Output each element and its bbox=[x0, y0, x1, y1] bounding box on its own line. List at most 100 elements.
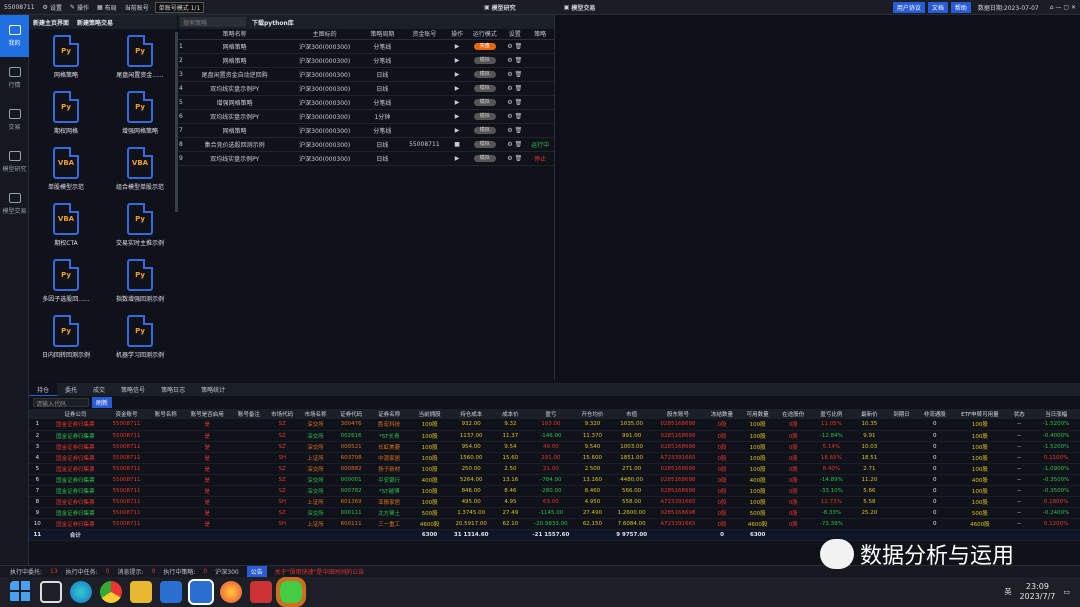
trash-icon[interactable]: 🗑 bbox=[515, 127, 523, 134]
settings-menu[interactable]: ⚙ 设置 bbox=[39, 3, 66, 12]
run-mode-toggle[interactable]: 模拟 bbox=[473, 57, 496, 64]
run-mode-toggle[interactable]: 模拟 bbox=[473, 99, 496, 106]
run-mode-cell[interactable]: 实盘 bbox=[466, 39, 504, 54]
table-row[interactable]: 2 网格策略 沪深300(000300) 分笔线 ▶ 模拟 ⚙ 🗑 bbox=[178, 53, 554, 68]
strategy-card[interactable]: Py 尾盘闲置资金...... bbox=[103, 35, 177, 91]
run-mode-cell[interactable]: 模拟 bbox=[466, 137, 504, 152]
docs-button[interactable]: 文档 bbox=[927, 1, 948, 13]
nav-mine[interactable]: 我的 bbox=[0, 15, 29, 57]
table-cell[interactable]: ▶ bbox=[447, 81, 467, 96]
bottom-tab[interactable]: 策略信号 bbox=[113, 383, 153, 396]
window-controls[interactable]: ⌂ — ▢ ✕ bbox=[1046, 4, 1080, 11]
gear-icon[interactable]: ⚙ bbox=[507, 113, 512, 120]
run-mode-toggle[interactable]: 模拟 bbox=[473, 71, 496, 78]
table-row[interactable]: 3 国金证券归集票 55008711 是 SZ 深交所 000521 长虹美菱 100股 954.… bbox=[29, 441, 1080, 453]
bottom-tab[interactable]: 策略统计 bbox=[193, 383, 233, 396]
trash-icon[interactable]: 🗑 bbox=[515, 57, 523, 64]
trash-icon[interactable]: 🗑 bbox=[515, 155, 523, 162]
windows-start-icon[interactable] bbox=[10, 581, 32, 603]
run-mode-toggle[interactable]: 模拟 bbox=[473, 127, 496, 134]
bottom-tab[interactable]: 委托 bbox=[57, 383, 85, 396]
help-button[interactable]: 帮助 bbox=[950, 1, 971, 13]
trash-icon[interactable]: 🗑 bbox=[515, 43, 523, 50]
wechat-icon[interactable] bbox=[276, 577, 306, 607]
table-row[interactable]: 7 网格策略 沪深300(000300) 分笔线 ▶ 模拟 ⚙ 🗑 bbox=[178, 123, 554, 138]
strategy-card[interactable]: VBA 组合模型单股示范 bbox=[103, 147, 177, 203]
table-row[interactable]: 6 双均线实盘示例PY 沪深300(000300) 1分钟 ▶ 模拟 ⚙ 🗑 bbox=[178, 109, 554, 124]
strategy-card[interactable]: Py 网格策略 bbox=[29, 35, 103, 91]
run-mode-cell[interactable]: 模拟 bbox=[466, 109, 504, 124]
bottom-tab[interactable]: 策略日志 bbox=[153, 383, 193, 396]
table-row[interactable]: 10 国金证券归集票 55008711 是 SH 上证所 600111 三一重工 4600股 20… bbox=[29, 518, 1080, 530]
bottom-tab[interactable]: 持仓 bbox=[29, 383, 58, 396]
strategy-card[interactable]: VBA 单股模型示范 bbox=[29, 147, 103, 203]
refresh-button[interactable]: 刷新 bbox=[92, 397, 113, 408]
table-cell[interactable]: ▶ bbox=[447, 109, 467, 124]
settings-cell[interactable]: ⚙ 🗑 bbox=[503, 109, 527, 124]
gear-icon[interactable]: ⚙ bbox=[507, 141, 512, 148]
trash-icon[interactable]: 🗑 bbox=[515, 99, 523, 106]
layout-menu[interactable]: ▦ 布局 bbox=[93, 3, 121, 12]
gear-icon[interactable]: ⚙ bbox=[507, 155, 512, 162]
table-cell[interactable]: ▶ bbox=[447, 151, 467, 166]
table-cell[interactable]: ▶ bbox=[447, 67, 467, 82]
table-row[interactable]: 5 增强网格策略 沪深300(000300) 分笔线 ▶ 模拟 ⚙ 🗑 bbox=[178, 95, 554, 110]
strategy-card[interactable]: Py 多因子选股回...... bbox=[29, 259, 103, 315]
strategy-search-input[interactable]: 搜索策略 bbox=[180, 17, 246, 27]
task-view-icon[interactable] bbox=[40, 581, 62, 603]
gear-icon[interactable]: ⚙ bbox=[507, 85, 512, 92]
nav-trade[interactable]: 交易 bbox=[0, 99, 29, 141]
table-row[interactable]: 4 双均线实盘示例PY 沪深300(000300) 日线 ▶ 模拟 ⚙ 🗑 bbox=[178, 81, 554, 96]
table-row[interactable]: 8 国金证券归集票 55008711 是 SH 上证所 601369 亚振家居 100股 495.… bbox=[29, 496, 1080, 508]
firefox-icon[interactable] bbox=[220, 581, 242, 603]
table-row[interactable]: 3 尾盘闲置资金自动逆回购 沪深300(000300) 日线 ▶ 模拟 ⚙ 🗑 bbox=[178, 67, 554, 82]
settings-cell[interactable]: ⚙ 🗑 bbox=[503, 81, 527, 96]
table-cell[interactable]: ▶ bbox=[447, 123, 467, 138]
table-row[interactable]: 9 双均线实盘示例PY 沪深300(000300) 日线 ▶ 模拟 ⚙ 🗑 停止 bbox=[178, 151, 554, 166]
bottom-tab[interactable]: 成交 bbox=[85, 383, 113, 396]
gear-icon[interactable]: ⚙ bbox=[507, 71, 512, 78]
trading-app-icon[interactable] bbox=[160, 581, 182, 603]
nav-model-research[interactable]: 模型研究 bbox=[0, 141, 29, 183]
table-row[interactable]: 9 国金证券归集票 55008711 是 SZ 深交所 000111 北方稀土 500股 1.37… bbox=[29, 507, 1080, 519]
strategy-card[interactable]: Py 机器学习回测示例 bbox=[103, 315, 177, 371]
model-trade-tab[interactable]: ▣ 模型交易 bbox=[560, 3, 600, 12]
table-row[interactable]: 4 国金证券归集票 55008711 是 SH 上证所 603708 中源家居 100股 1560… bbox=[29, 452, 1080, 464]
strategy-card[interactable]: Py 日内回转回测示例 bbox=[29, 315, 103, 371]
settings-cell[interactable]: ⚙ 🗑 bbox=[503, 53, 527, 68]
table-cell[interactable]: ■ bbox=[447, 137, 467, 152]
table-cell[interactable]: ▶ bbox=[447, 39, 467, 54]
operate-menu[interactable]: ✎ 操作 bbox=[66, 3, 93, 12]
table-row[interactable]: 2 国金证券归集票 55008711 是 SZ 深交所 002616 *ST长青 100股 113… bbox=[29, 430, 1080, 442]
nav-market[interactable]: 行情 bbox=[0, 57, 29, 99]
edge-icon[interactable] bbox=[70, 581, 92, 603]
nav-model-trade[interactable]: 模型交易 bbox=[0, 183, 29, 225]
ime-indicator[interactable]: 英 bbox=[1004, 587, 1011, 597]
settings-cell[interactable]: ⚙ 🗑 bbox=[503, 39, 527, 54]
strategy-card[interactable]: VBA 期权CTA bbox=[29, 203, 103, 259]
user-agreement-button[interactable]: 用户协议 bbox=[892, 1, 925, 13]
trash-icon[interactable]: 🗑 bbox=[515, 85, 523, 92]
trash-icon[interactable]: 🗑 bbox=[515, 113, 523, 120]
run-mode-cell[interactable]: 模拟 bbox=[466, 95, 504, 110]
run-mode-toggle[interactable]: 模拟 bbox=[473, 113, 496, 120]
gear-icon[interactable]: ⚙ bbox=[507, 43, 512, 50]
tab-new-strategy[interactable]: 新建策略交易 bbox=[73, 15, 117, 29]
run-mode-cell[interactable]: 模拟 bbox=[466, 81, 504, 96]
settings-cell[interactable]: ⚙ 🗑 bbox=[503, 123, 527, 138]
code-search-input[interactable]: 请输入代码 bbox=[33, 398, 89, 408]
run-mode-cell[interactable]: 模拟 bbox=[466, 123, 504, 138]
settings-cell[interactable]: ⚙ 🗑 bbox=[503, 95, 527, 110]
strategy-card[interactable]: Py 期权网格 bbox=[29, 91, 103, 147]
download-python-link[interactable]: 下载python库 bbox=[252, 18, 294, 27]
settings-cell[interactable]: ⚙ 🗑 bbox=[503, 151, 527, 166]
table-row[interactable]: 5 国金证券归集票 55008711 是 SZ 深交所 000882 扬子新材 100股 250.… bbox=[29, 463, 1080, 475]
table-row[interactable]: 1 国金证券归集票 55008711 是 SZ 深交所 300476 胜宏科技 100股 932.… bbox=[29, 419, 1080, 431]
table-row[interactable]: 7 国金证券归集票 55008711 是 SZ 深交所 000782 *ST越博 100股 846… bbox=[29, 485, 1080, 497]
gear-icon[interactable]: ⚙ bbox=[507, 99, 512, 106]
account-mode-select[interactable]: 单账号模式 1/1 bbox=[154, 1, 205, 13]
gear-icon[interactable]: ⚙ bbox=[507, 127, 512, 134]
table-row[interactable]: 6 国金证券归集票 55008711 是 SZ 深交所 000001 平安银行 400股 5264… bbox=[29, 474, 1080, 486]
run-mode-toggle[interactable]: 模拟 bbox=[473, 141, 496, 148]
table-row[interactable]: 8 集合竞价选股回测示例 沪深300(000300) 日线 55008711 ■ 模拟 ⚙ 🗑… bbox=[178, 137, 554, 152]
